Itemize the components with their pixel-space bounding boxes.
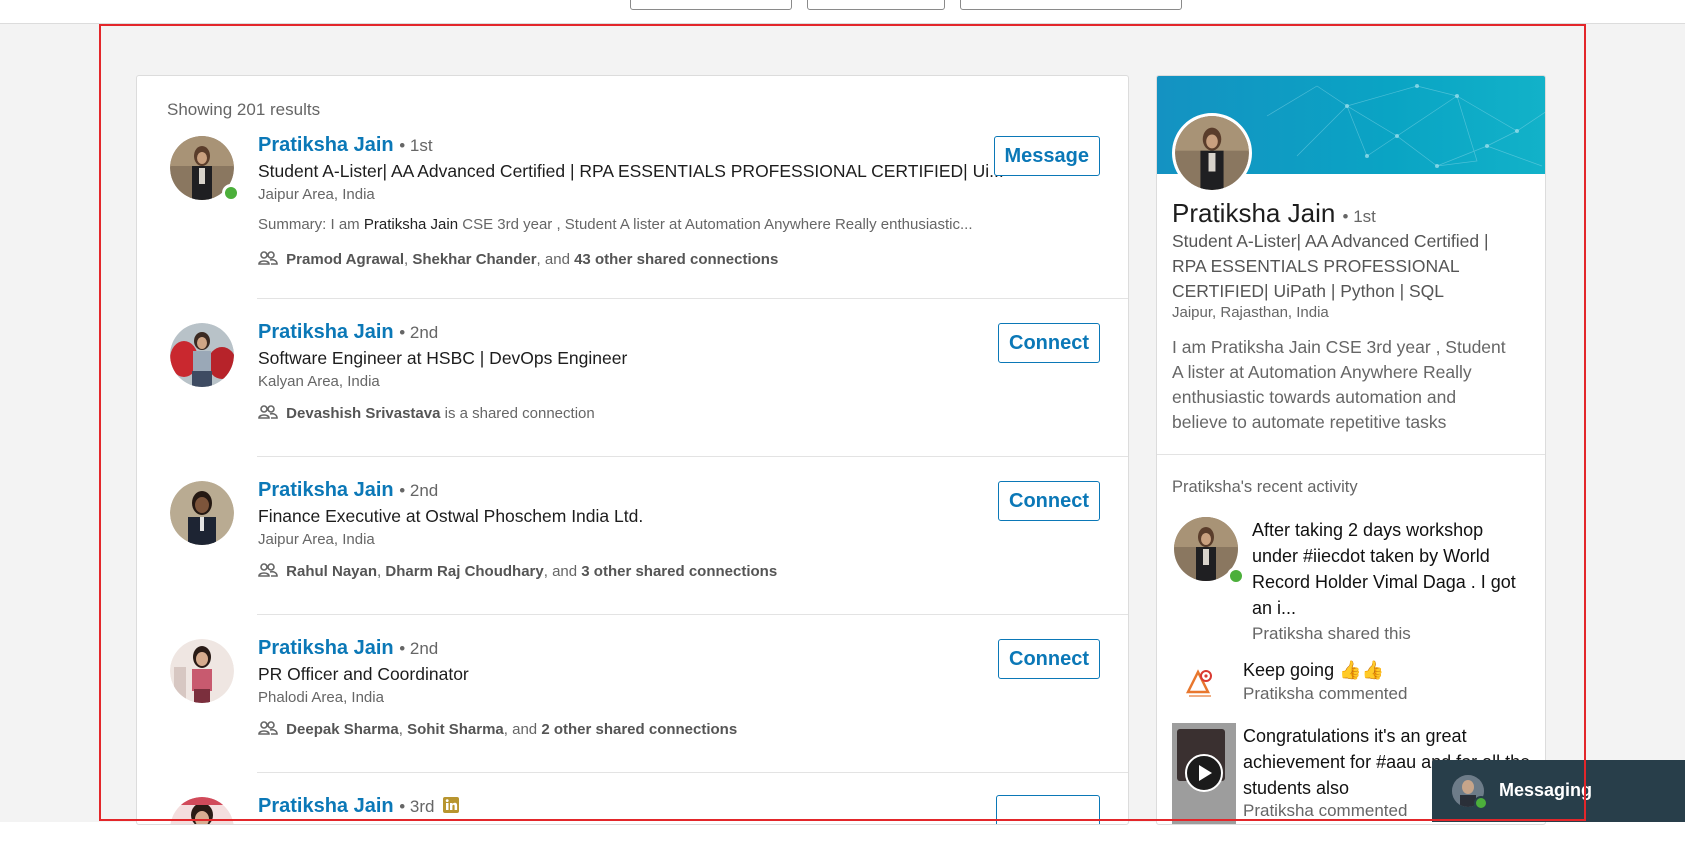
page: Showing 201 results Pratiksha Jain • 1st: [0, 0, 1685, 846]
connection-degree: • 2nd: [399, 323, 439, 342]
result-location: Jaipur Area, India: [258, 186, 375, 203]
shared-connection-name[interactable]: Pramod Agrawal: [286, 251, 404, 268]
connect-button[interactable]: Connect: [998, 481, 1100, 521]
activity-video-thumbnail[interactable]: [1172, 723, 1236, 824]
result-name-line: Pratiksha Jain • 1st: [258, 134, 433, 157]
result-location: Phalodi Area, India: [258, 689, 384, 706]
bottom-strip: [0, 822, 1685, 846]
activity-subtitle: Pratiksha shared this: [1252, 624, 1411, 643]
profile-location: Jaipur, Rajasthan, India: [1172, 304, 1329, 321]
connection-degree: • 2nd: [399, 639, 439, 658]
online-status-icon: [1227, 567, 1245, 585]
activity-subtitle: Pratiksha commented: [1243, 684, 1408, 703]
linkedin-premium-icon: [443, 797, 459, 813]
messaging-label: Messaging: [1499, 780, 1593, 800]
result-summary: Summary: I am Pratiksha Jain CSE 3rd yea…: [258, 216, 973, 233]
separator: , and: [536, 251, 570, 268]
result-name-link[interactable]: Pratiksha Jain: [258, 321, 394, 343]
summary-name: Pratiksha Jain: [363, 216, 459, 233]
shared-connection-name[interactable]: Deepak Sharma: [286, 721, 399, 738]
result-name-line: Pratiksha Jain • 2nd: [258, 321, 438, 344]
shared-connection-name[interactable]: Shekhar Chander: [412, 251, 536, 268]
result-headline: Finance Executive at Ostwal Phoschem Ind…: [258, 506, 644, 526]
shared-connections-count[interactable]: 3 other shared connections: [581, 563, 777, 580]
profile-summary: I am Pratiksha Jain CSE 3rd year , Stude…: [1172, 337, 1506, 432]
separator: ,: [377, 563, 382, 580]
search-results-card: Showing 201 results Pratiksha Jain • 1st: [136, 75, 1129, 825]
profile-photo[interactable]: [170, 323, 234, 387]
result-name-link[interactable]: Pratiksha Jain: [258, 637, 394, 659]
online-status-icon: [1474, 796, 1488, 810]
shared-connections-count[interactable]: 2 other shared connections: [541, 721, 737, 738]
activity-title[interactable]: After taking 2 days workshop under #iiec…: [1252, 517, 1527, 621]
connection-degree: • 1st: [1342, 207, 1376, 226]
separator: , and: [503, 721, 538, 738]
shared-connections[interactable]: Pramod Agrawal, Shekhar Chander, and 43 …: [258, 251, 778, 268]
activity-title[interactable]: Keep going 👍👍: [1243, 657, 1533, 683]
filter-bar: [0, 0, 1685, 24]
result-location: Jaipur Area, India: [258, 531, 375, 548]
message-button[interactable]: [996, 795, 1100, 824]
play-icon[interactable]: [1184, 753, 1224, 793]
result-name-link[interactable]: Pratiksha Jain: [258, 795, 394, 817]
filter-button[interactable]: [807, 0, 945, 10]
connection-degree: • 1st: [399, 136, 433, 155]
search-result-item[interactable]: Pratiksha Jain • 2nd Finance Executive a…: [137, 457, 1128, 615]
connect-button[interactable]: Connect: [998, 323, 1100, 363]
result-headline: Software Engineer at HSBC | DevOps Engin…: [258, 348, 628, 368]
shared-connections[interactable]: Devashish Srivastava is a shared connect…: [258, 405, 595, 422]
people-icon: [258, 251, 278, 265]
separator: , and: [543, 563, 578, 580]
connection-degree: • 3rd: [399, 797, 435, 816]
people-icon: [258, 721, 278, 735]
profile-photo[interactable]: [170, 639, 234, 703]
summary-text: CSE 3rd year , Student A lister at Autom…: [462, 216, 973, 233]
filter-button[interactable]: [630, 0, 792, 10]
shared-connection-name[interactable]: Rahul Nayan: [286, 563, 377, 580]
profile-name: Pratiksha Jain • 1st: [1172, 198, 1376, 229]
shared-connection-name[interactable]: Dharm Raj Choudhary: [385, 563, 543, 580]
divider: [1157, 454, 1545, 455]
search-result-item[interactable]: Pratiksha Jain • 3rd: [137, 773, 1128, 825]
search-result-item[interactable]: Pratiksha Jain • 2nd PR Officer and Coor…: [137, 615, 1128, 773]
shared-connection-name[interactable]: Sohit Sharma: [407, 721, 504, 738]
shared-connections[interactable]: Deepak Sharma, Sohit Sharma, and 2 other…: [258, 721, 737, 738]
profile-photo[interactable]: [1172, 113, 1252, 193]
connection-degree: • 2nd: [399, 481, 439, 500]
result-name-line: Pratiksha Jain • 3rd: [258, 795, 460, 818]
activity-subtitle: Pratiksha commented: [1243, 801, 1408, 820]
result-location: Kalyan Area, India: [258, 373, 380, 390]
separator: ,: [398, 721, 403, 738]
connect-button[interactable]: Connect: [998, 639, 1100, 679]
people-icon: [258, 563, 278, 577]
recent-activity-heading: Pratiksha's recent activity: [1172, 478, 1358, 496]
profile-photo[interactable]: [170, 797, 234, 825]
result-name-link[interactable]: Pratiksha Jain: [258, 134, 394, 156]
results-count: Showing 201 results: [167, 100, 321, 119]
summary-prefix: Summary: I am: [258, 216, 360, 233]
shared-connection-name[interactable]: Devashish Srivastava: [286, 405, 440, 422]
result-name-link[interactable]: Pratiksha Jain: [258, 479, 394, 501]
online-status-icon: [222, 184, 240, 202]
result-name-line: Pratiksha Jain • 2nd: [258, 637, 438, 660]
profile-headline: Student A-Lister| AA Advanced Certified …: [1172, 231, 1489, 301]
shared-connection-text: is a shared connection: [444, 405, 595, 422]
shared-connections[interactable]: Rahul Nayan, Dharm Raj Choudhary, and 3 …: [258, 563, 777, 580]
messaging-bar[interactable]: Messaging: [1432, 760, 1685, 822]
profile-name-text[interactable]: Pratiksha Jain: [1172, 198, 1335, 228]
shared-connections-count[interactable]: 43 other shared connections: [574, 251, 778, 268]
search-result-item[interactable]: Pratiksha Jain • 2nd Software Engineer a…: [137, 299, 1128, 457]
profile-photo-image: [1175, 116, 1249, 190]
result-headline: Student A-Lister| AA Advanced Certified …: [258, 161, 1004, 181]
separator: ,: [403, 251, 409, 268]
filter-button[interactable]: [960, 0, 1182, 10]
search-result-item[interactable]: Pratiksha Jain • 1st Student A-Lister| A…: [137, 124, 1128, 299]
result-name-line: Pratiksha Jain • 2nd: [258, 479, 438, 502]
message-button[interactable]: Message: [993, 136, 1100, 176]
people-icon: [258, 405, 278, 419]
profile-photo[interactable]: [170, 481, 234, 545]
result-headline: PR Officer and Coordinator: [258, 664, 469, 684]
profile-preview-card: Pratiksha Jain • 1st Student A-Lister| A…: [1156, 75, 1546, 825]
activity-logo-icon: [1180, 662, 1220, 702]
